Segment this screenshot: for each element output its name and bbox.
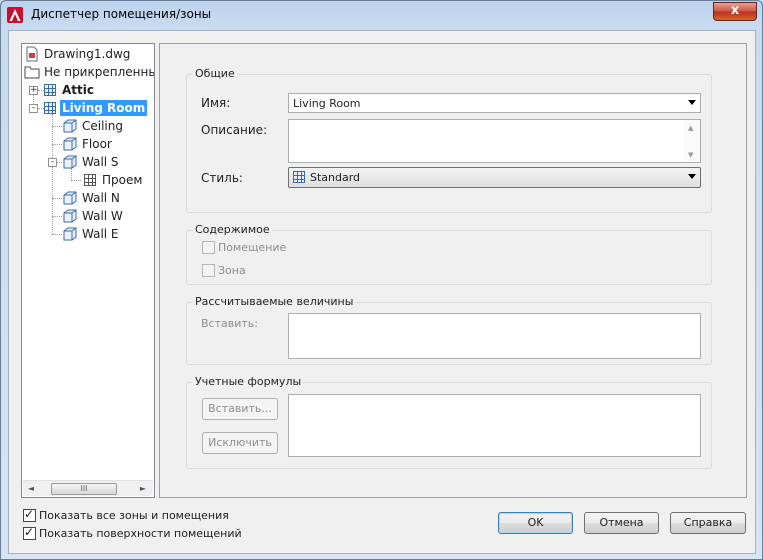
room-zone-manager-dialog: Диспетчер помещения/зоны x Drawing1.dwg … — [0, 0, 763, 560]
tree-connector — [52, 126, 62, 127]
formulas-group: Учетные формулы Вставить... Исключить — [186, 375, 712, 469]
tree-item-opening[interactable]: Проем — [82, 171, 154, 189]
contents-group: Содержимое Помещение Зона — [186, 223, 712, 285]
show-all-zones-checkbox[interactable] — [23, 507, 36, 522]
tree-item-label: Wall E — [82, 227, 119, 241]
style-value: Standard — [310, 171, 361, 184]
object-tree[interactable]: Drawing1.dwg Не прикрепленные + Attic - … — [21, 43, 155, 498]
tree-item-ceiling[interactable]: Ceiling — [62, 117, 152, 135]
zone-checkbox-label: Зона — [218, 264, 246, 277]
group-title: Учетные формулы — [193, 375, 304, 388]
scroll-down-icon[interactable]: ▼ — [688, 151, 693, 159]
formulas-box[interactable] — [288, 394, 701, 457]
surface-icon — [63, 137, 77, 151]
scroll-up-icon[interactable]: ▲ — [688, 124, 693, 132]
style-label: Стиль: — [201, 171, 243, 185]
properties-panel: Общие Имя: Living Room Описание: ▲ ▼ Сти… — [159, 43, 747, 498]
collapse-icon[interactable]: - — [48, 158, 57, 167]
name-label: Имя: — [201, 96, 231, 110]
calculated-insert-label: Вставить: — [201, 317, 258, 330]
tree-item-attic[interactable]: + Attic — [22, 81, 152, 99]
dialog-client-area: Drawing1.dwg Не прикрепленные + Attic - … — [8, 30, 756, 554]
chevron-down-icon[interactable] — [688, 100, 696, 105]
tree-connector — [52, 234, 62, 235]
tree-connector — [52, 216, 62, 217]
tree-item-wall-s[interactable]: - Wall S — [46, 153, 152, 171]
group-title: Общие — [193, 67, 237, 80]
style-icon — [293, 171, 305, 183]
tree-item-label: Проем — [102, 173, 143, 187]
show-all-zones-label: Показать все зоны и помещения — [39, 509, 229, 522]
surface-icon — [63, 227, 77, 241]
name-combobox[interactable]: Living Room — [288, 93, 701, 113]
insert-formula-button[interactable]: Вставить... — [202, 398, 278, 420]
surface-icon — [63, 191, 77, 205]
tree-item-label: Ceiling — [82, 119, 123, 133]
tree-horizontal-scrollbar[interactable]: ◄ III ► — [23, 480, 153, 496]
description-textarea[interactable]: ▲ ▼ — [288, 119, 701, 163]
tree-connector — [52, 198, 62, 199]
scroll-left-icon[interactable]: ◄ — [23, 481, 39, 497]
group-title: Рассчитываемые величины — [193, 295, 356, 308]
folder-icon — [24, 66, 40, 79]
tree-item-floor[interactable]: Floor — [62, 135, 152, 153]
surface-icon — [63, 155, 77, 169]
tree-item-label: Wall W — [82, 209, 123, 223]
help-button[interactable]: Справка — [670, 512, 746, 534]
autocad-app-icon — [7, 7, 23, 23]
style-combobox[interactable]: Standard — [288, 167, 701, 188]
scrollbar-thumb[interactable]: III — [51, 483, 117, 495]
tree-connector — [71, 180, 81, 181]
ok-button[interactable]: OK — [498, 512, 573, 534]
zone-icon — [44, 84, 56, 96]
drawing-file-icon — [26, 46, 38, 62]
chevron-down-icon[interactable] — [688, 174, 696, 179]
room-checkbox[interactable] — [202, 241, 215, 254]
tree-item-living-room[interactable]: - Living Room — [22, 99, 152, 117]
window-title: Диспетчер помещения/зоны — [31, 7, 212, 21]
tree-item-wall-w[interactable]: Wall W — [62, 207, 152, 225]
opening-icon — [84, 174, 96, 186]
tree-item-wall-e[interactable]: Wall E — [62, 225, 152, 243]
tree-connector — [52, 144, 62, 145]
zone-checkbox[interactable] — [202, 264, 215, 277]
general-group: Общие Имя: Living Room Описание: ▲ ▼ Сти… — [186, 67, 712, 213]
tree-item-label: Не прикрепленные — [44, 65, 155, 79]
close-button[interactable]: x — [713, 2, 757, 21]
zone-icon — [44, 102, 56, 114]
tree-item-label: Living Room — [60, 100, 148, 116]
expand-icon[interactable]: + — [29, 86, 38, 95]
surface-icon — [63, 209, 77, 223]
name-value: Living Room — [293, 97, 361, 110]
tree-item-label: Wall N — [82, 191, 120, 205]
tree-item-label: Attic — [62, 83, 94, 97]
tree-item-unattached[interactable]: Не прикрепленные — [24, 63, 155, 81]
scroll-right-icon[interactable]: ► — [135, 481, 151, 497]
description-label: Описание: — [201, 123, 268, 137]
calculated-values-group: Рассчитываемые величины Вставить: — [186, 295, 712, 365]
exclude-formula-button[interactable]: Исключить — [202, 432, 278, 454]
tree-item-label: Wall S — [82, 155, 119, 169]
calculated-values-box[interactable] — [288, 313, 701, 359]
tree-item-label: Drawing1.dwg — [44, 47, 131, 61]
title-bar: Диспетчер помещения/зоны x — [1, 1, 762, 29]
description-scrollbar[interactable]: ▲ ▼ — [684, 120, 700, 162]
cancel-button[interactable]: Отмена — [584, 512, 659, 534]
tree-item-wall-n[interactable]: Wall N — [62, 189, 152, 207]
show-room-surfaces-checkbox[interactable] — [23, 525, 36, 540]
group-title: Содержимое — [193, 223, 272, 236]
tree-item-drawing[interactable]: Drawing1.dwg — [24, 45, 152, 63]
tree-item-label: Floor — [82, 137, 112, 151]
collapse-icon[interactable]: - — [29, 104, 38, 113]
room-checkbox-label: Помещение — [218, 241, 287, 254]
show-room-surfaces-label: Показать поверхности помещений — [39, 527, 242, 540]
surface-icon — [63, 119, 77, 133]
